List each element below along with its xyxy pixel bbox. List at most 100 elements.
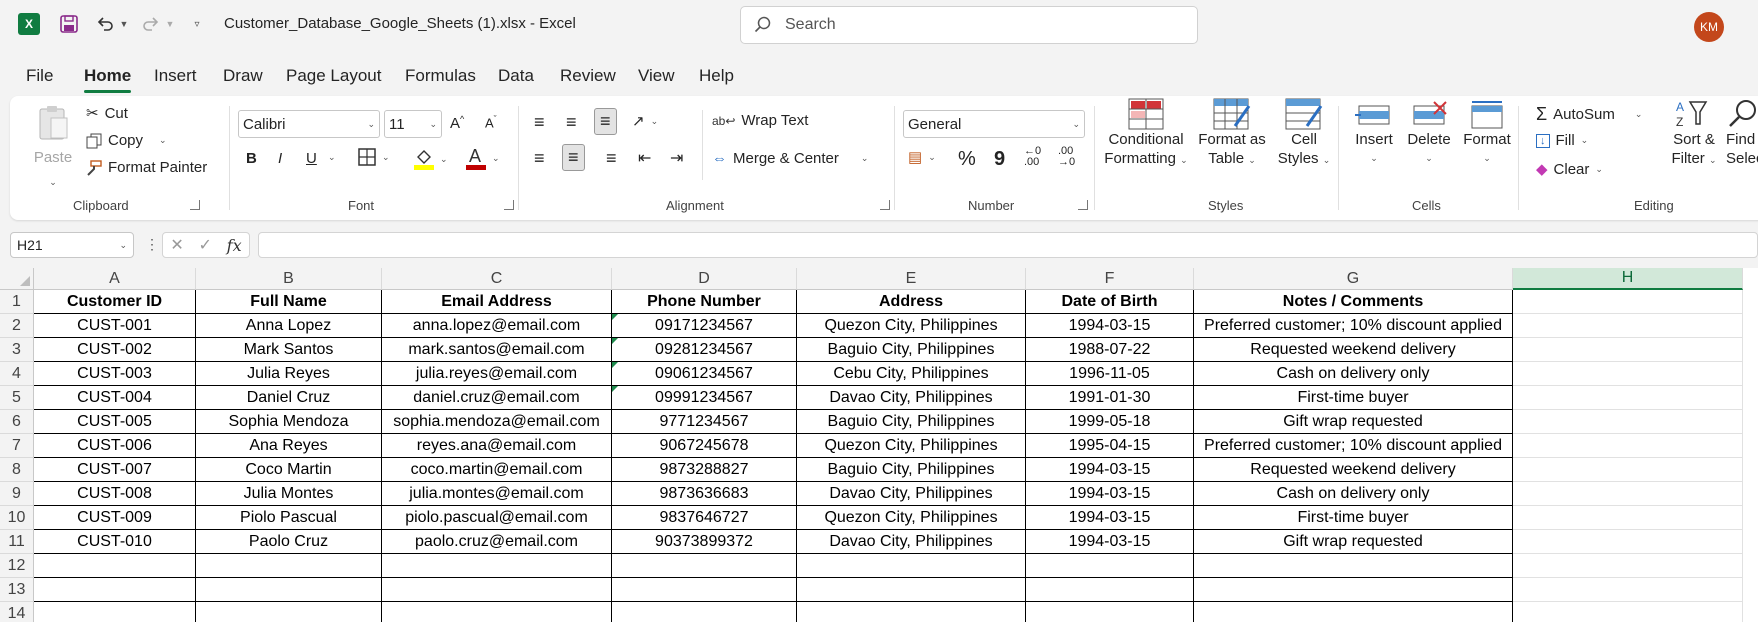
merge-center-button[interactable]: ⇔ Merge & Center ⌄ (712, 150, 868, 167)
font-color-button[interactable]: A ⌄ (466, 146, 500, 170)
table-cell[interactable]: Gift wrap requested (1194, 410, 1513, 434)
table-cell[interactable] (612, 578, 797, 602)
table-cell[interactable]: 1995-04-15 (1026, 434, 1194, 458)
column-header[interactable]: B (196, 268, 382, 290)
row-header[interactable]: 1 (0, 290, 34, 314)
column-header[interactable]: C (382, 268, 612, 290)
table-cell[interactable]: 9873636683 (612, 482, 797, 506)
row-header[interactable]: 11 (0, 530, 34, 554)
table-cell[interactable]: Gift wrap requested (1194, 530, 1513, 554)
row-header[interactable]: 4 (0, 362, 34, 386)
cut-button[interactable]: ✂ Cut (86, 104, 128, 123)
table-cell[interactable]: First-time buyer (1194, 506, 1513, 530)
table-cell[interactable] (612, 602, 797, 622)
tab-view[interactable]: View (638, 66, 675, 86)
table-cell[interactable] (1194, 554, 1513, 578)
table-cell[interactable]: Julia Montes (196, 482, 382, 506)
column-title-cell[interactable]: Full Name (196, 290, 382, 314)
table-cell[interactable] (34, 554, 196, 578)
table-cell[interactable] (1194, 602, 1513, 622)
table-cell[interactable] (1513, 554, 1743, 578)
column-header[interactable]: E (797, 268, 1026, 290)
save-icon[interactable] (58, 12, 80, 36)
font-size-select[interactable]: 11 ⌄ (384, 110, 442, 138)
table-cell[interactable]: CUST-010 (34, 530, 196, 554)
row-header[interactable]: 13 (0, 578, 34, 602)
row-header[interactable]: 2 (0, 314, 34, 338)
comma-style-button[interactable]: 9 (994, 148, 1005, 171)
table-cell[interactable]: Quezon City, Philippines (797, 506, 1026, 530)
table-cell[interactable]: Preferred customer; 10% discount applied (1194, 314, 1513, 338)
delete-cells-button[interactable]: Delete ⌄ (1404, 100, 1454, 168)
table-cell[interactable]: julia.montes@email.com (382, 482, 612, 506)
table-cell[interactable]: Julia Reyes (196, 362, 382, 386)
table-cell[interactable]: CUST-007 (34, 458, 196, 482)
customize-toolbar-icon[interactable]: ▿ (190, 12, 204, 36)
number-format-select[interactable]: General ⌄ (903, 110, 1085, 138)
table-cell[interactable]: 1994-03-15 (1026, 314, 1194, 338)
align-right-button[interactable]: ≡ (606, 148, 617, 169)
fill-color-button[interactable]: ⌄ (414, 148, 448, 170)
decrease-indent-button[interactable]: ⇤ (638, 148, 651, 168)
row-header[interactable]: 12 (0, 554, 34, 578)
insert-function-icon[interactable]: fx (227, 236, 242, 255)
table-cell[interactable] (1513, 338, 1743, 362)
clipboard-launcher-icon[interactable] (190, 200, 200, 210)
search-input[interactable] (785, 16, 1165, 34)
row-header[interactable]: 5 (0, 386, 34, 410)
align-middle-button[interactable]: ≡ (566, 112, 577, 133)
table-cell[interactable]: 1994-03-15 (1026, 530, 1194, 554)
table-cell[interactable]: Preferred customer; 10% discount applied (1194, 434, 1513, 458)
table-cell[interactable]: 9067245678 (612, 434, 797, 458)
column-title-cell[interactable]: Email Address (382, 290, 612, 314)
table-cell[interactable] (34, 602, 196, 622)
select-all-button[interactable] (0, 268, 34, 290)
table-cell[interactable] (382, 602, 612, 622)
column-title-cell[interactable]: Notes / Comments (1194, 290, 1513, 314)
table-cell[interactable] (1026, 554, 1194, 578)
table-cell[interactable] (1513, 578, 1743, 602)
table-cell[interactable]: Baguio City, Philippines (797, 410, 1026, 434)
table-cell[interactable]: 1991-01-30 (1026, 386, 1194, 410)
increase-font-size-button[interactable]: A^ (450, 114, 464, 132)
table-cell[interactable] (797, 578, 1026, 602)
table-cell[interactable] (196, 554, 382, 578)
table-cell[interactable]: Baguio City, Philippines (797, 458, 1026, 482)
table-cell[interactable] (1513, 314, 1743, 338)
table-cell[interactable]: 1988-07-22 (1026, 338, 1194, 362)
row-header[interactable]: 8 (0, 458, 34, 482)
table-cell[interactable]: CUST-005 (34, 410, 196, 434)
table-cell[interactable]: Quezon City, Philippines (797, 314, 1026, 338)
table-cell[interactable]: CUST-003 (34, 362, 196, 386)
alignment-launcher-icon[interactable] (880, 200, 890, 210)
table-cell[interactable] (1513, 362, 1743, 386)
table-cell[interactable]: Anna Lopez (196, 314, 382, 338)
table-cell[interactable]: Requested weekend delivery (1194, 338, 1513, 362)
tab-review[interactable]: Review (560, 66, 616, 86)
align-top-button[interactable]: ≡ (534, 112, 545, 133)
spreadsheet-grid[interactable]: A B C D E F G H 1 Customer ID Full Name Email Addre… (0, 268, 1758, 622)
align-bottom-button[interactable]: ≡ (594, 108, 617, 135)
column-header[interactable]: D (612, 268, 797, 290)
format-cells-button[interactable]: Format ⌄ (1460, 100, 1514, 168)
table-cell[interactable]: 1999-05-18 (1026, 410, 1194, 434)
table-cell[interactable]: Ana Reyes (196, 434, 382, 458)
column-title-cell[interactable]: Phone Number (612, 290, 797, 314)
tab-page-layout[interactable]: Page Layout (286, 66, 381, 86)
table-cell[interactable] (1513, 506, 1743, 530)
italic-button[interactable]: I (278, 150, 282, 167)
clear-button[interactable]: ◆ Clear ⌄ (1536, 160, 1603, 179)
wrap-text-button[interactable]: ab↩ Wrap Text (712, 112, 808, 129)
table-cell[interactable] (382, 578, 612, 602)
paste-button[interactable]: Paste ⌄ (28, 104, 78, 192)
more-options-icon[interactable]: ⋮ (145, 236, 159, 253)
table-cell[interactable]: CUST-009 (34, 506, 196, 530)
table-cell[interactable]: 09061234567 (612, 362, 797, 386)
search-box[interactable] (740, 6, 1198, 44)
table-cell[interactable] (382, 554, 612, 578)
table-cell[interactable] (1513, 458, 1743, 482)
table-cell[interactable]: Daniel Cruz (196, 386, 382, 410)
table-cell[interactable]: julia.reyes@email.com (382, 362, 612, 386)
find-select-button[interactable]: Find Selec (1726, 98, 1758, 168)
align-center-button[interactable]: ≡ (562, 144, 585, 171)
